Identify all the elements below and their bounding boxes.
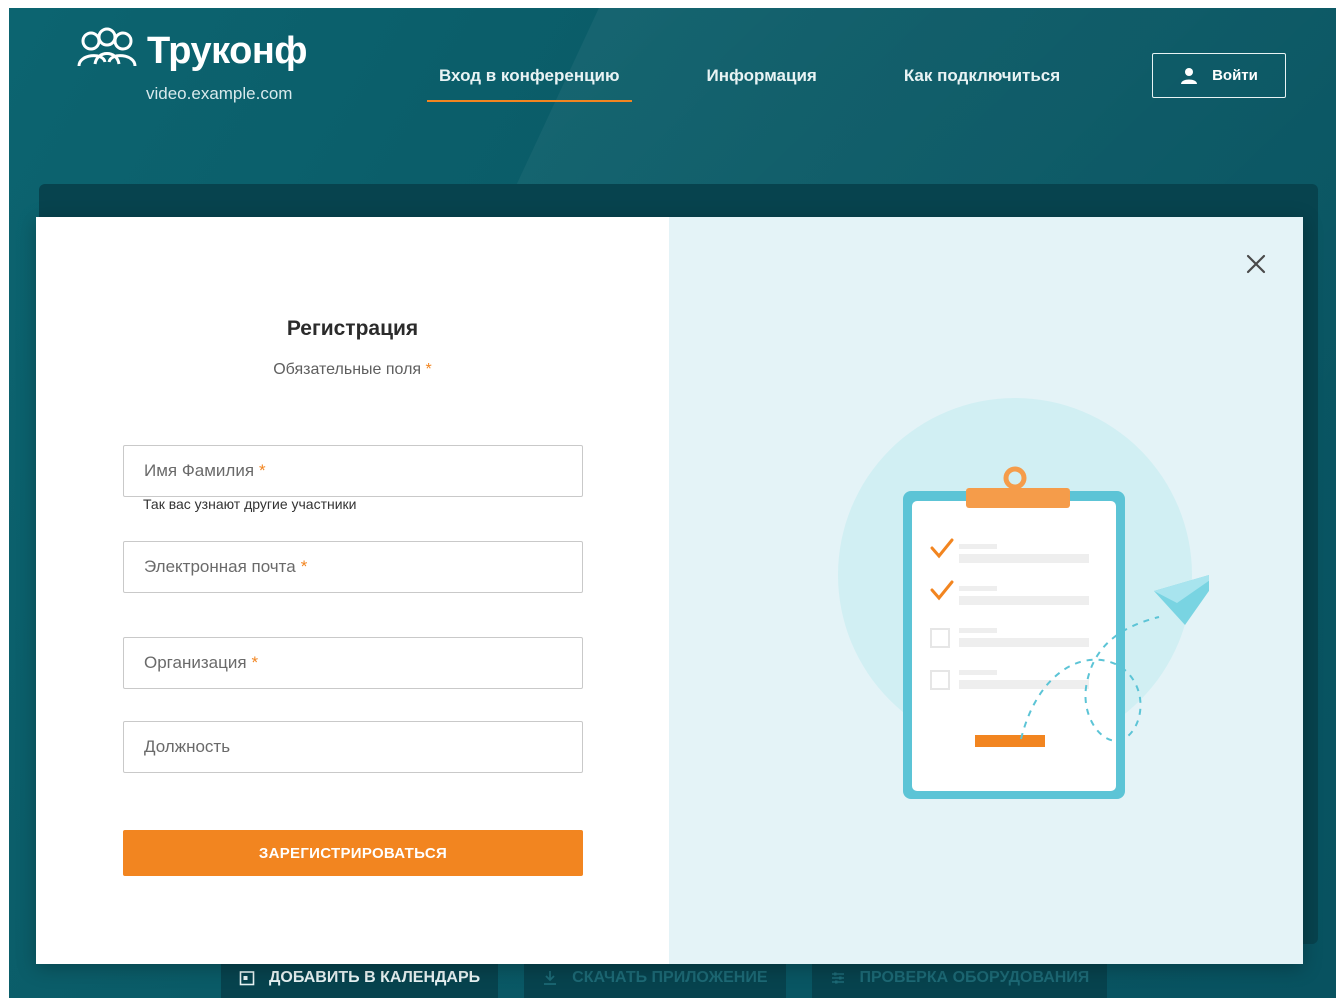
main-nav: Вход в конференцию Информация Как подклю…	[427, 60, 1135, 102]
required-mark: *	[259, 461, 266, 480]
login-button[interactable]: Войти	[1152, 53, 1286, 98]
bottom-actions: Добавить в календарь Скачать приложение …	[221, 958, 1133, 998]
name-hint: Так вас узнают другие участники	[143, 496, 357, 512]
form-subtitle: Обязательные поля *	[36, 361, 669, 379]
illustration-panel	[669, 217, 1303, 964]
nav-how-to-connect[interactable]: Как подключиться	[892, 60, 1072, 102]
position-field[interactable]: Должность	[123, 721, 583, 773]
required-fields-note: Обязательные поля	[273, 361, 422, 378]
logo[interactable]: Труконф video.example.com	[71, 26, 311, 136]
download-app-label: Скачать приложение	[572, 969, 768, 986]
email-field[interactable]: Электронная почта *	[123, 541, 583, 593]
required-mark: *	[425, 361, 432, 378]
registration-modal: Регистрация Обязательные поля * Имя Фами…	[36, 217, 1303, 964]
equalizer-icon	[831, 972, 844, 984]
organization-placeholder: Организация	[144, 653, 247, 672]
name-placeholder: Имя Фамилия	[144, 461, 255, 480]
required-mark: *	[251, 653, 259, 672]
add-to-calendar-label: Добавить в календарь	[269, 969, 481, 986]
required-mark: *	[300, 557, 308, 576]
download-app-button[interactable]: Скачать приложение	[524, 958, 786, 998]
register-button[interactable]: ЗАРЕГИСТРИРОВАТЬСЯ	[123, 830, 583, 876]
user-icon	[1181, 67, 1198, 84]
site-domain: video.example.com	[146, 84, 293, 103]
logo-text: Труконф	[147, 30, 308, 72]
name-field[interactable]: Имя Фамилия *	[123, 445, 583, 497]
nav-information[interactable]: Информация	[695, 60, 829, 102]
nav-join-conference[interactable]: Вход в конференцию	[427, 60, 632, 102]
position-placeholder: Должность	[144, 737, 231, 756]
registration-form: Регистрация Обязательные поля * Имя Фами…	[36, 217, 669, 964]
download-icon	[544, 971, 557, 985]
form-title: Регистрация	[286, 317, 419, 340]
add-to-calendar-button[interactable]: Добавить в календарь	[221, 958, 499, 998]
equipment-check-label: Проверка оборудования	[859, 969, 1090, 986]
organization-field[interactable]: Организация *	[123, 637, 583, 689]
email-placeholder: Электронная почта	[144, 557, 296, 576]
clipboard-illustration	[838, 398, 1209, 799]
calendar-icon	[239, 971, 255, 986]
equipment-check-button[interactable]: Проверка оборудования	[811, 958, 1108, 998]
login-label: Войти	[1212, 67, 1258, 84]
people-logo-icon	[77, 27, 137, 67]
close-icon[interactable]	[1244, 252, 1268, 276]
